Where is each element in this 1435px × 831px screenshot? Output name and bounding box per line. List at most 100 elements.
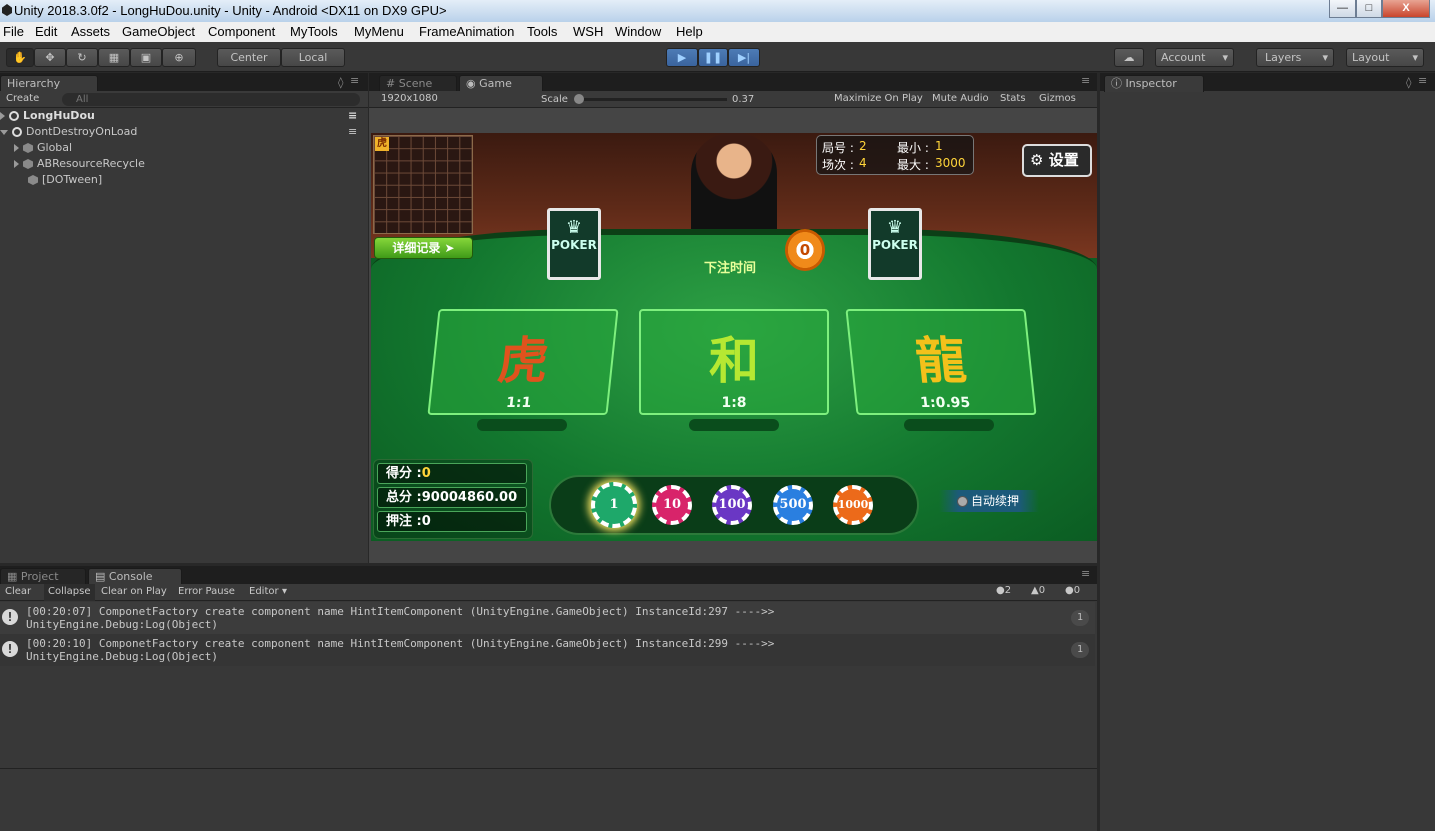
dragon-bet-area[interactable]: 龍 1:0.95: [845, 309, 1037, 415]
tie-bet-area[interactable]: 和 1:8: [639, 309, 829, 415]
max-label: 最大 :: [897, 158, 929, 172]
card-text: POKER: [872, 238, 918, 252]
menu-help[interactable]: Help: [676, 24, 703, 39]
tab-game[interactable]: ◉ Game: [459, 75, 543, 92]
tab-hierarchy[interactable]: Hierarchy: [0, 75, 98, 92]
maximize-on-play-toggle[interactable]: Maximize On Play: [834, 93, 923, 104]
mute-audio-toggle[interactable]: Mute Audio: [932, 93, 989, 104]
cloud-icon[interactable]: ☁: [1114, 48, 1144, 67]
hierarchy-item-dontdestroyonload[interactable]: DontDestroyOnLoad ≡: [0, 124, 366, 140]
error-pause-toggle[interactable]: Error Pause: [178, 586, 235, 597]
roadmap-grid: 虎: [373, 135, 473, 234]
chip-1000-value: 1000: [837, 498, 869, 511]
chip-100[interactable]: 100: [712, 485, 752, 525]
window-title: Unity 2018.3.0f2 - LongHuDou.unity - Uni…: [14, 3, 447, 18]
menu-frameanimation[interactable]: FrameAnimation: [419, 24, 514, 39]
menu-mytools[interactable]: MyTools: [290, 24, 338, 39]
menu-gameobject[interactable]: GameObject: [122, 24, 195, 39]
hierarchy-item-global[interactable]: Global: [0, 140, 366, 156]
hierarchy-item-label: Global: [37, 141, 73, 154]
console-log-row[interactable]: ! [00:20:07] ComponetFactory create comp…: [0, 602, 1095, 634]
stats-toggle[interactable]: Stats: [1000, 93, 1026, 104]
console-log-row[interactable]: ! [00:20:10] ComponetFactory create comp…: [0, 634, 1095, 666]
total-value: 90004860.00: [421, 490, 518, 505]
layers-dropdown[interactable]: Layers ▾: [1256, 48, 1334, 67]
settings-button[interactable]: ⚙ 设置: [1022, 144, 1092, 177]
scale-tool-icon[interactable]: ▦: [98, 48, 130, 67]
dragon-odds: 1:0.95: [919, 395, 972, 411]
chip-1000[interactable]: 1000: [833, 485, 873, 525]
rotate-tool-icon[interactable]: ↻: [66, 48, 98, 67]
chip-1[interactable]: 1: [591, 482, 637, 528]
panel-menu-icon[interactable]: ≡: [1081, 567, 1090, 580]
menu-assets[interactable]: Assets: [71, 24, 110, 39]
scale-slider-thumb[interactable]: [574, 94, 584, 104]
pivot-center-button[interactable]: Center: [217, 48, 281, 67]
menu-file[interactable]: File: [3, 24, 24, 39]
panel-menu-icon[interactable]: ≡: [1081, 74, 1090, 87]
lock-icon[interactable]: ◊: [338, 76, 343, 89]
layout-dropdown[interactable]: Layout ▾: [1346, 48, 1424, 67]
pause-button[interactable]: ❚❚: [698, 48, 728, 67]
tiger-bet-area[interactable]: 虎 1:1: [427, 309, 619, 415]
panel-menu-icon[interactable]: ≡: [348, 108, 357, 124]
chip-500[interactable]: 500: [773, 485, 813, 525]
hierarchy-item-longhudou[interactable]: LongHuDou ≡: [0, 108, 366, 124]
collapse-toggle[interactable]: Collapse: [44, 584, 95, 601]
gameobject-icon: [23, 159, 33, 169]
detail-record-button[interactable]: 详细记录 ➤: [374, 237, 473, 259]
chip-10[interactable]: 10: [652, 485, 692, 525]
tab-project[interactable]: ▦ Project: [0, 568, 86, 585]
gizmos-dropdown[interactable]: Gizmos: [1039, 93, 1076, 104]
pivot-local-button[interactable]: Local: [281, 48, 345, 67]
warn-count-toggle[interactable]: ▲0: [1031, 585, 1045, 596]
chip-100-value: 100: [718, 497, 746, 512]
menu-wsh[interactable]: WSH: [573, 24, 603, 39]
hierarchy-header: Hierarchy ◊ ≡: [0, 73, 368, 92]
menu-edit[interactable]: Edit: [35, 24, 57, 39]
expand-arrow-icon[interactable]: [14, 144, 19, 152]
console-tab-label: Console: [108, 570, 153, 583]
transform-tool-icon[interactable]: ⊕: [162, 48, 196, 67]
create-dropdown[interactable]: Create: [6, 93, 39, 104]
tab-console[interactable]: ▤ Console: [88, 568, 182, 585]
panel-menu-icon[interactable]: ≡: [348, 124, 357, 140]
log-count-toggle[interactable]: ●2: [996, 585, 1011, 596]
lock-icon[interactable]: ◊: [1406, 76, 1411, 89]
editor-dropdown[interactable]: Editor: [249, 586, 279, 597]
collapse-arrow-icon[interactable]: [0, 129, 8, 135]
expand-arrow-icon[interactable]: [14, 160, 19, 168]
maximize-button[interactable]: □: [1356, 0, 1382, 18]
scale-slider-track[interactable]: [577, 98, 727, 101]
rect-tool-icon[interactable]: ▣: [130, 48, 162, 67]
move-tool-icon[interactable]: ✥: [34, 48, 66, 67]
menu-component[interactable]: Component: [208, 24, 275, 39]
panel-menu-icon[interactable]: ≡: [350, 74, 359, 87]
menu-mymenu[interactable]: MyMenu: [354, 24, 404, 39]
play-button[interactable]: ▶: [666, 48, 698, 67]
tab-scene[interactable]: # Scene: [379, 75, 457, 92]
hierarchy-item-abresourcerecycle[interactable]: ABResourceRecycle: [0, 156, 366, 172]
total-row: 总分 :90004860.00: [377, 487, 527, 508]
menu-window[interactable]: Window: [615, 24, 661, 39]
hierarchy-item-dotween[interactable]: [DOTween]: [0, 172, 366, 188]
step-button[interactable]: ▶|: [728, 48, 760, 67]
hierarchy-toolbar: Create All: [0, 91, 368, 108]
close-button[interactable]: X: [1382, 0, 1430, 18]
clear-on-play-toggle[interactable]: Clear on Play: [101, 586, 167, 597]
resolution-dropdown[interactable]: 1920x1080: [381, 93, 438, 104]
clear-button[interactable]: Clear: [5, 586, 31, 597]
menu-tools[interactable]: Tools: [527, 24, 557, 39]
account-dropdown[interactable]: Account ▾: [1155, 48, 1234, 67]
minimize-button[interactable]: —: [1329, 0, 1356, 18]
gameobject-icon: [23, 143, 33, 153]
log-collapse-count: 1: [1071, 642, 1089, 658]
panel-menu-icon[interactable]: ≡: [1418, 74, 1427, 87]
expand-arrow-icon[interactable]: [0, 112, 5, 120]
hierarchy-search-input[interactable]: All: [62, 93, 360, 106]
console-panel: ▦ Project ▤ Console ≡ Clear Collapse Cle…: [0, 566, 1097, 831]
tab-inspector[interactable]: ⓘ Inspector: [1104, 75, 1204, 92]
error-count-toggle[interactable]: ●0: [1065, 585, 1080, 596]
hand-tool-icon[interactable]: ✋: [6, 48, 34, 67]
auto-bet-toggle[interactable]: 自动续押: [939, 490, 1039, 512]
